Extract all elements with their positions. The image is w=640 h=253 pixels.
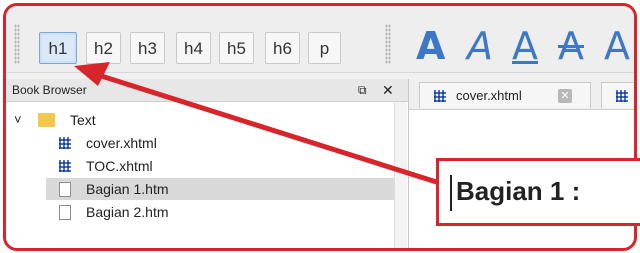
tree-item-label: TOC.xhtml [86,158,153,174]
toolbar: h1 h2 h3 h4 h5 h6 p A A A A A [6,6,634,73]
h3-button[interactable]: h3 [130,32,165,64]
tree-item-label: cover.xhtml [86,135,157,151]
close-tab-icon[interactable]: ✕ [558,89,572,103]
toolbar-grip-2[interactable] [385,24,391,64]
tab-cover-xhtml[interactable]: cover.xhtml ✕ [419,82,591,108]
tree-item-toc[interactable]: TOC.xhtml [46,155,408,177]
close-panel-icon[interactable]: ✕ [382,79,394,101]
tab-next[interactable] [601,82,634,108]
book-browser-panel: Book Browser ⧉ ✕ ˅ Text cover.xhtml TOC.… [6,79,409,248]
tab-label: cover.xhtml [456,88,522,103]
h4-button[interactable]: h4 [176,32,211,64]
editor-zoom-callout: Bagian 1 : [436,158,640,226]
h5-button[interactable]: h5 [219,32,254,64]
tree-item-label: Text [70,112,96,128]
xhtml-file-icon [434,90,446,102]
document-icon [59,205,71,220]
h1-button[interactable]: h1 [39,32,77,64]
document-icon [59,182,71,197]
underline-button[interactable]: A [512,24,538,68]
tree-item-bagian-2[interactable]: Bagian 2.htm [46,201,408,223]
tree-item-text-folder[interactable]: ˅ Text [6,109,408,131]
vertical-scrollbar[interactable] [394,102,407,248]
editor-tabbar: cover.xhtml ✕ [409,79,634,110]
tree-item-label: Bagian 2.htm [86,204,169,220]
strikethrough-button[interactable]: A [558,24,584,68]
expand-chevron-icon[interactable]: ˅ [14,109,22,131]
book-browser-header: Book Browser ⧉ ✕ [6,79,408,102]
book-browser-title: Book Browser [12,83,87,97]
tree-item-cover[interactable]: cover.xhtml [46,132,408,154]
subscript-button[interactable]: A [604,24,630,68]
h6-button[interactable]: h6 [265,32,300,64]
h2-button[interactable]: h2 [86,32,121,64]
text-cursor [450,175,452,211]
tree-item-label: Bagian 1.htm [86,181,169,197]
callout-heading-text: Bagian 1 : [456,176,581,206]
italic-button[interactable]: A [467,24,493,68]
bold-button[interactable]: A [416,24,445,68]
xhtml-file-icon [59,160,71,172]
folder-icon [38,113,55,127]
tree-item-bagian-1[interactable]: Bagian 1.htm [46,178,396,200]
xhtml-file-icon [59,137,71,149]
paragraph-button[interactable]: p [308,32,341,64]
xhtml-file-icon [616,90,628,102]
toolbar-grip[interactable] [14,24,20,64]
float-panel-icon[interactable]: ⧉ [358,79,367,101]
